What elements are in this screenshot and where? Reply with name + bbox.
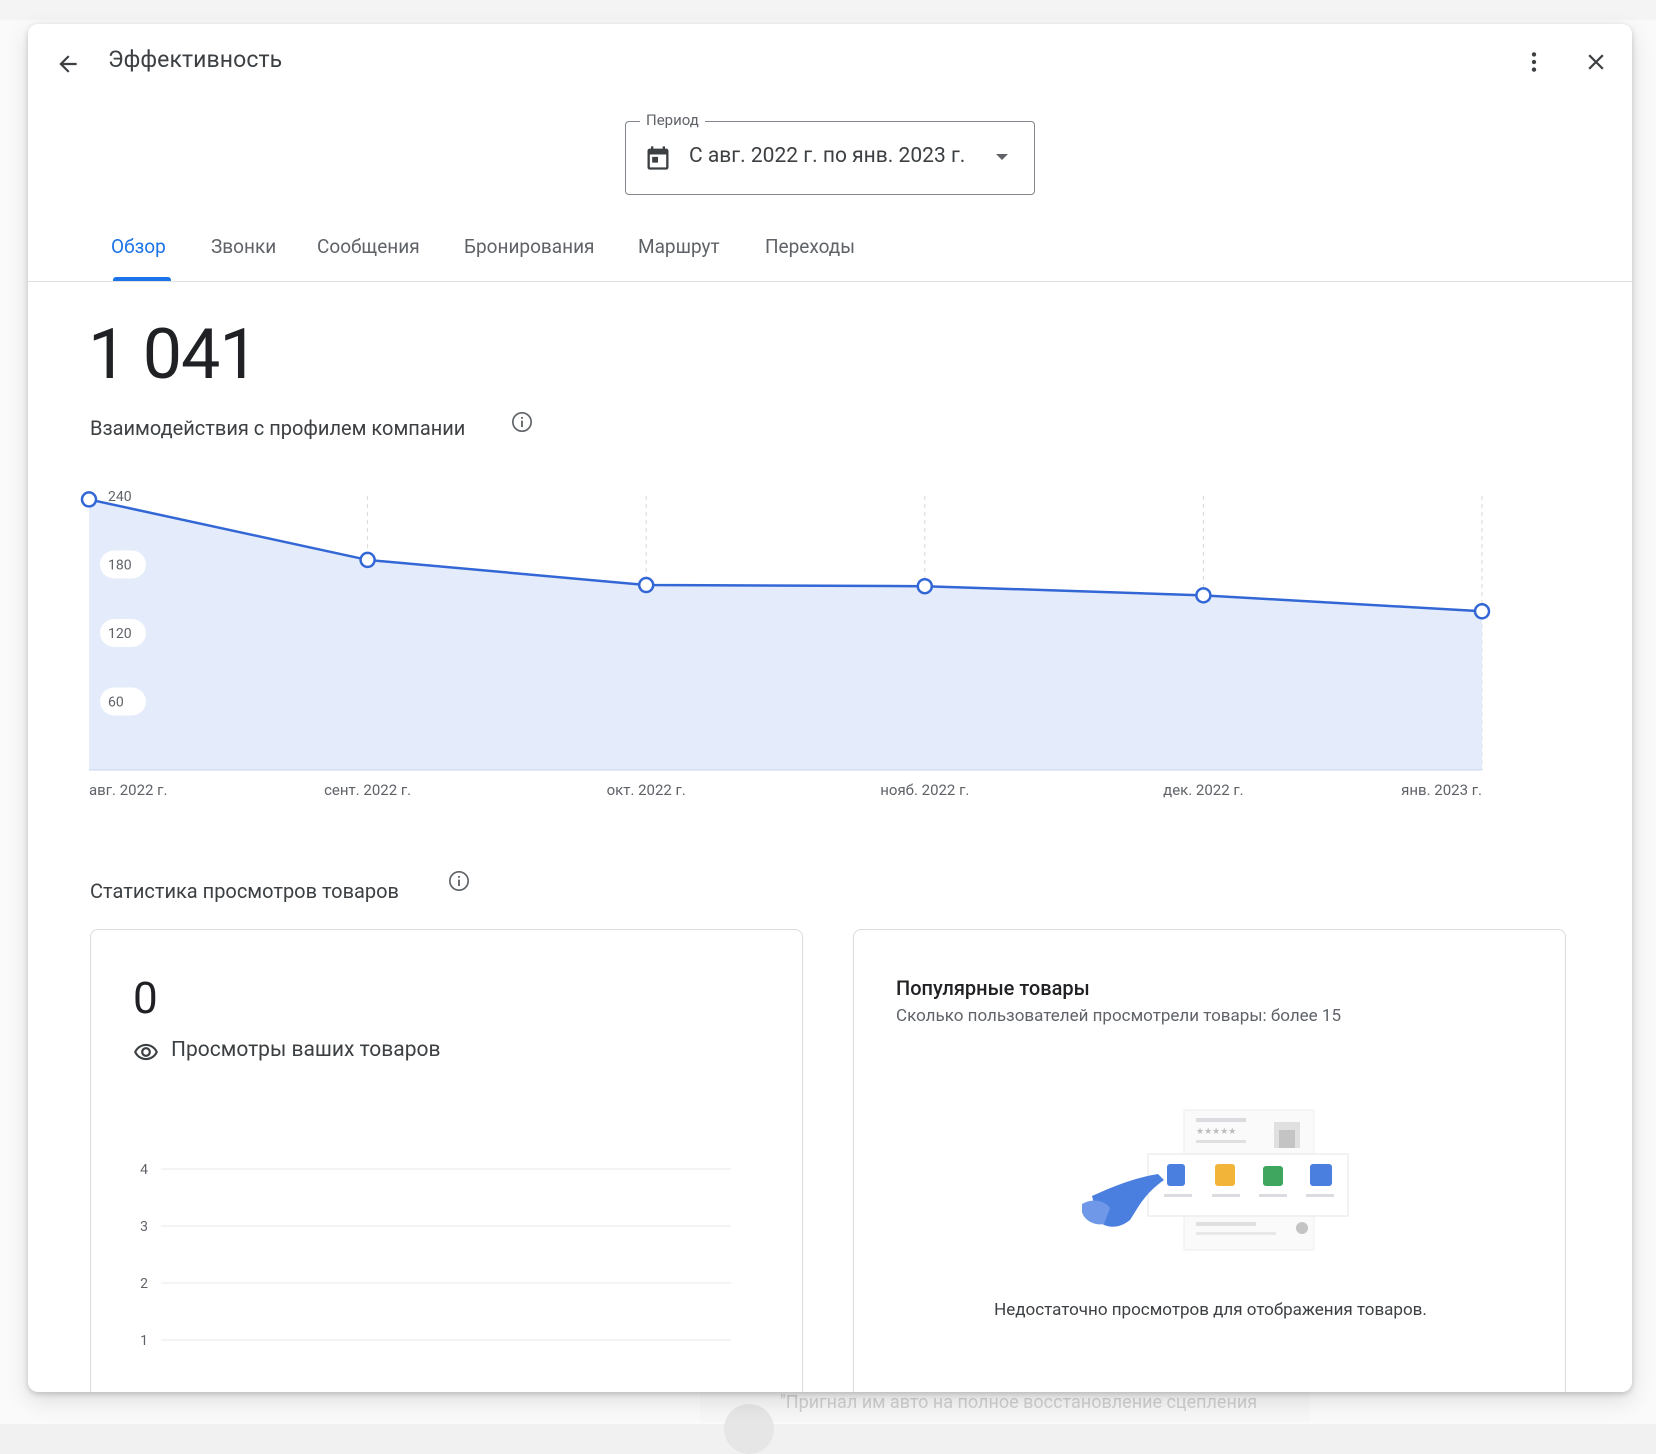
area-fill: [89, 499, 1482, 770]
popular-products-empty-message: Недостаточно просмотров для отображения …: [994, 1300, 1427, 1320]
more-vert-icon: [1531, 52, 1537, 72]
dropdown-arrow-icon: [996, 154, 1008, 160]
background-toolbar: [0, 0, 1656, 20]
x-tick-label: янв. 2023 г.: [1401, 781, 1482, 799]
interactions-total: 1 041: [88, 314, 259, 396]
x-tick-label: нояб. 2022 г.: [880, 781, 969, 799]
background-avatar: [724, 1404, 774, 1454]
y-tick-label: 2: [140, 1276, 148, 1292]
popular-products-subtitle: Сколько пользователей просмотрели товары…: [896, 1006, 1342, 1026]
dialog-title: Эффективность: [108, 46, 283, 73]
active-tab-indicator: [113, 277, 171, 281]
tab-overview[interactable]: Обзор: [111, 229, 166, 281]
svg-text:★★★★★: ★★★★★: [1196, 1127, 1236, 1137]
product-stats-title: Статистика просмотров товаров: [90, 879, 399, 903]
interactions-label: Взаимодействия с профилем компании: [90, 416, 465, 440]
product-views-card: 0 Просмотры ваших товаров 4 3 2 1: [90, 929, 803, 1392]
interactions-label-text: Взаимодействия с профилем компании: [90, 416, 466, 440]
period-label: Период: [640, 111, 705, 129]
info-icon[interactable]: [511, 411, 533, 433]
data-point: [359, 551, 376, 569]
y-tick-label: 4: [140, 1162, 148, 1178]
data-point: [80, 491, 98, 508]
tab-directions[interactable]: Маршрут: [638, 229, 720, 281]
performance-dialog: Эффективность Период С авг. 2022 г. по я…: [28, 24, 1632, 1392]
tab-calls[interactable]: Звонки: [211, 229, 276, 281]
y-tick-label: 180: [108, 558, 132, 574]
tab-clicks[interactable]: Переходы: [765, 229, 855, 281]
interactions-chart: 60 120 180 240 авг. 2022 г. сент. 2022 г. окт.…: [80, 489, 1491, 799]
calendar-icon: [647, 146, 669, 170]
popular-products-card: Популярные товары Сколько пользователей …: [853, 929, 1566, 1392]
close-button[interactable]: [1576, 42, 1616, 82]
product-stats-info-icon[interactable]: [448, 870, 470, 892]
period-value: С авг. 2022 г. по янв. 2023 г.: [689, 144, 966, 168]
tab-messages[interactable]: Сообщения: [317, 229, 420, 281]
arrow-back-icon: [59, 55, 77, 73]
data-point: [1473, 603, 1491, 620]
back-button[interactable]: [48, 44, 88, 84]
popular-products-title: Популярные товары: [896, 976, 1090, 1000]
x-tick-label: дек. 2022 г.: [1163, 781, 1244, 799]
y-tick-label: 3: [140, 1219, 148, 1235]
x-tick-label: сент. 2022 г.: [324, 781, 411, 799]
data-point: [916, 577, 934, 595]
y-tick-label: 120: [108, 626, 132, 642]
x-tick-label: окт. 2022 г.: [607, 781, 686, 799]
more-options-button[interactable]: [1514, 42, 1554, 82]
products-illustration: ★★★★★: [1082, 1109, 1349, 1251]
product-views-chart: 4 3 2 1: [140, 1162, 731, 1349]
y-tick-label: 1: [140, 1333, 148, 1349]
x-tick-label: авг. 2022 г.: [89, 781, 167, 799]
tab-bookings[interactable]: Бронирования: [464, 229, 594, 281]
close-icon: [1588, 54, 1604, 70]
y-tick-label: 60: [108, 695, 124, 711]
data-point: [637, 576, 655, 594]
tab-bar: Обзор Звонки Сообщения Бронирования Марш…: [28, 229, 1632, 282]
period-select[interactable]: Период С авг. 2022 г. по янв. 2023 г.: [625, 111, 1035, 195]
data-point: [1195, 587, 1212, 604]
y-tick-label: 240: [108, 489, 132, 505]
